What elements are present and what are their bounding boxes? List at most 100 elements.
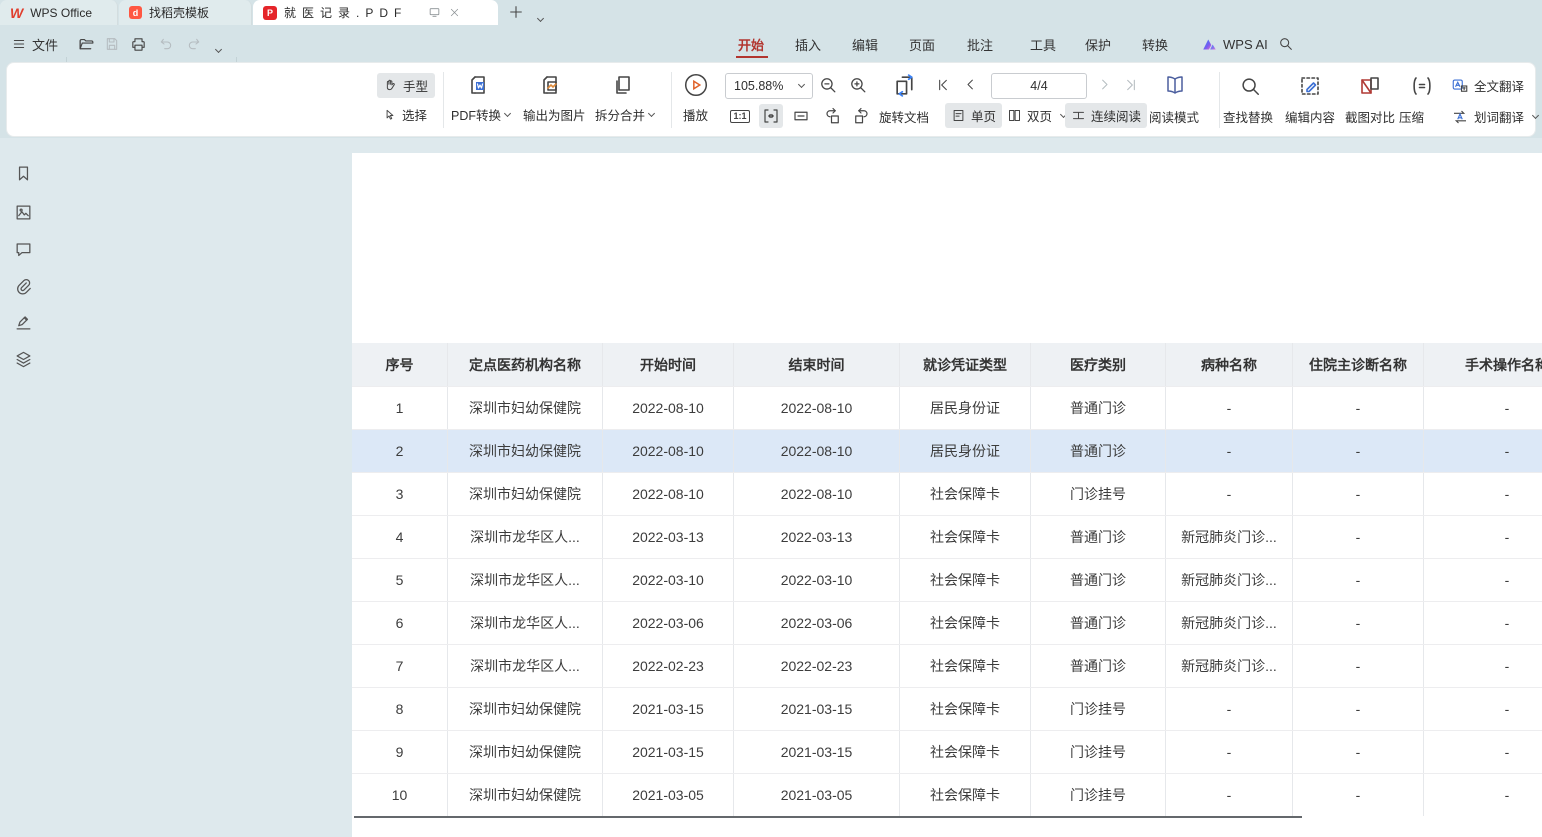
table-row[interactable]: 5深圳市龙华区人...2022-03-102022-03-10社会保障卡普通门诊…: [352, 558, 1542, 601]
tab-document[interactable]: P 就医记录.PDF: [253, 0, 498, 25]
table-cell: 6: [352, 602, 448, 644]
next-page-icon[interactable]: [1097, 77, 1112, 92]
menu-item-comment[interactable]: 批注: [967, 33, 993, 55]
zoom-out-icon[interactable]: [819, 76, 838, 95]
pdf-convert-button[interactable]: PDF转换: [451, 105, 510, 124]
table-row[interactable]: 3深圳市妇幼保健院2022-08-102022-08-10社会保障卡门诊挂号--…: [352, 472, 1542, 515]
signature-panel-icon[interactable]: [13, 312, 33, 332]
table-cell: 深圳市妇幼保健院: [448, 688, 603, 730]
tab-docer-template[interactable]: d 找稻壳模板: [119, 0, 252, 25]
quickbar-chevron-icon[interactable]: [212, 39, 221, 57]
search-icon[interactable]: [1278, 33, 1294, 55]
table-cell: -: [1293, 688, 1424, 730]
export-image-button[interactable]: 输出为图片: [523, 105, 586, 124]
pdf-page[interactable]: 序号定点医药机构名称开始时间结束时间就诊凭证类型医疗类别病种名称住院主诊断名称手…: [352, 153, 1542, 837]
table-row[interactable]: 9深圳市妇幼保健院2021-03-152021-03-15社会保障卡门诊挂号--…: [352, 730, 1542, 773]
print-icon[interactable]: [130, 33, 147, 55]
menu-item-insert[interactable]: 插入: [795, 33, 821, 55]
table-row[interactable]: 2深圳市妇幼保健院2022-08-102022-08-10居民身份证普通门诊--…: [352, 429, 1542, 472]
rotate-left-icon[interactable]: [821, 104, 845, 128]
rotate-doc-button[interactable]: 旋转文档: [879, 107, 929, 126]
pdf-convert-icon[interactable]: [465, 71, 493, 99]
double-page-icon: [1007, 108, 1022, 123]
single-page-button[interactable]: 单页: [945, 103, 1002, 128]
fit-page-icon[interactable]: [789, 104, 813, 128]
table-cell: 普通门诊: [1031, 516, 1166, 558]
table-cell: 普通门诊: [1031, 387, 1166, 429]
table-row[interactable]: 6深圳市龙华区人...2022-03-062022-03-06社会保障卡普通门诊…: [352, 601, 1542, 644]
close-tab-icon[interactable]: [449, 7, 460, 18]
thumbnail-panel-icon[interactable]: [13, 202, 33, 222]
save-icon[interactable]: [104, 33, 120, 55]
fit-width-icon[interactable]: [759, 104, 783, 128]
table-cell: 9: [352, 731, 448, 773]
play-icon[interactable]: [683, 72, 709, 98]
full-translate-button[interactable]: 全文翻译: [1451, 76, 1524, 95]
menu-item-edit[interactable]: 编辑: [852, 33, 878, 55]
table-row[interactable]: 1深圳市妇幼保健院2022-08-102022-08-10居民身份证普通门诊--…: [352, 386, 1542, 429]
undo-icon[interactable]: [158, 33, 174, 55]
prev-page-icon[interactable]: [963, 77, 978, 92]
hand-tool-button[interactable]: 手型: [377, 73, 435, 98]
table-cell: 社会保障卡: [900, 559, 1031, 601]
table-row[interactable]: 4深圳市龙华区人...2022-03-132022-03-13社会保障卡普通门诊…: [352, 515, 1542, 558]
edit-content-button[interactable]: 编辑内容: [1285, 107, 1335, 126]
last-page-icon[interactable]: [1123, 77, 1139, 93]
word-translate-button[interactable]: 划词翻译: [1451, 107, 1538, 126]
monitor-icon[interactable]: [428, 6, 441, 19]
attachment-panel-icon[interactable]: [13, 276, 33, 296]
menu-item-page[interactable]: 页面: [909, 33, 935, 55]
rotate-pages-icon[interactable]: [891, 71, 919, 99]
menu-item-convert[interactable]: 转换: [1142, 33, 1168, 55]
record-table: 序号定点医药机构名称开始时间结束时间就诊凭证类型医疗类别病种名称住院主诊断名称手…: [352, 343, 1542, 816]
word-translate-icon: [1451, 108, 1469, 126]
open-file-icon[interactable]: [78, 33, 95, 55]
comment-panel-icon[interactable]: [13, 239, 33, 259]
table-row[interactable]: 10深圳市妇幼保健院2021-03-052021-03-05社会保障卡门诊挂号-…: [352, 773, 1542, 816]
table-cell: 2022-03-10: [734, 559, 900, 601]
actual-size-icon[interactable]: 1:1: [729, 106, 751, 126]
rotate-right-icon[interactable]: [849, 104, 873, 128]
menu-item-home[interactable]: 开始: [738, 33, 764, 55]
continuous-read-button[interactable]: 连续阅读: [1065, 103, 1147, 128]
screenshot-compare-button[interactable]: 截图对比: [1345, 107, 1395, 126]
table-cell: 2022-02-23: [603, 645, 734, 687]
play-button[interactable]: 播放: [683, 105, 708, 124]
pdf-file-icon: P: [263, 6, 277, 20]
redo-icon[interactable]: [186, 33, 202, 55]
table-row[interactable]: 8深圳市妇幼保健院2021-03-152021-03-15社会保障卡门诊挂号--…: [352, 687, 1542, 730]
layers-panel-icon[interactable]: [13, 349, 33, 369]
menu-item-tools[interactable]: 工具: [1030, 33, 1056, 55]
zoom-level-select[interactable]: 105.88%: [725, 73, 813, 99]
first-page-icon[interactable]: [935, 77, 951, 93]
compress-button[interactable]: 压缩: [1399, 107, 1424, 126]
read-mode-icon[interactable]: [1161, 72, 1189, 100]
find-replace-button[interactable]: 查找替换: [1223, 107, 1273, 126]
read-mode-button[interactable]: 阅读模式: [1149, 107, 1199, 126]
split-merge-icon[interactable]: [609, 71, 637, 99]
tab-label: 找稻壳模板: [149, 4, 209, 21]
wps-ai-button[interactable]: WPS AI: [1202, 33, 1268, 55]
edit-content-icon[interactable]: [1297, 73, 1323, 99]
export-image-icon[interactable]: [537, 71, 565, 99]
bookmark-panel-icon[interactable]: [13, 163, 33, 183]
file-menu[interactable]: 文件: [12, 33, 58, 55]
docer-icon: d: [129, 6, 142, 19]
find-replace-icon[interactable]: [1237, 73, 1263, 99]
zoom-in-icon[interactable]: [849, 76, 868, 95]
tab-list-chevron-icon[interactable]: [534, 8, 543, 26]
table-row[interactable]: 7深圳市龙华区人...2022-02-232022-02-23社会保障卡普通门诊…: [352, 644, 1542, 687]
table-cell: 社会保障卡: [900, 602, 1031, 644]
single-page-icon: [951, 108, 966, 123]
compress-icon[interactable]: [1409, 73, 1435, 99]
new-tab-icon[interactable]: [508, 4, 524, 20]
table-cell: 普通门诊: [1031, 430, 1166, 472]
screenshot-compare-icon[interactable]: [1357, 73, 1383, 99]
double-page-button[interactable]: 双页: [1001, 103, 1072, 128]
tab-wps-office[interactable]: W WPS Office: [0, 0, 118, 25]
table-cell: -: [1166, 473, 1293, 515]
select-tool-button[interactable]: 选择: [377, 102, 435, 127]
page-number-input[interactable]: 4/4: [991, 73, 1087, 99]
split-merge-button[interactable]: 拆分合并: [595, 105, 654, 124]
menu-item-protect[interactable]: 保护: [1085, 33, 1111, 55]
